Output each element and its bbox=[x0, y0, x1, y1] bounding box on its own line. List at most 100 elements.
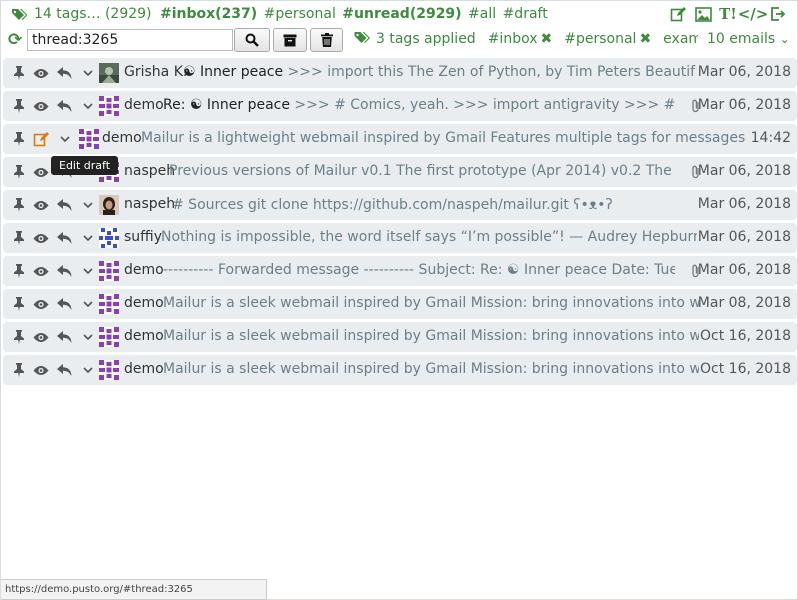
applied-tag-inbox[interactable]: #inbox ✖ bbox=[488, 31, 553, 47]
archive-button[interactable] bbox=[273, 28, 307, 52]
chevron-down-icon[interactable] bbox=[79, 295, 97, 313]
message-line[interactable]: Mailur is a sleek webmail inspired by Gm… bbox=[163, 295, 699, 311]
reply-icon[interactable] bbox=[55, 262, 73, 280]
message-row[interactable]: demo Mailur is a sleek webmail inspired b… bbox=[3, 322, 797, 352]
tag-link-personal[interactable]: #personal bbox=[264, 6, 336, 22]
pin-icon[interactable] bbox=[10, 262, 28, 280]
sender-name[interactable]: demo bbox=[124, 295, 164, 311]
eye-icon[interactable] bbox=[32, 196, 50, 214]
message-row[interactable]: demo Mailur is a lightweight webmail insp… bbox=[3, 124, 797, 154]
reply-icon[interactable] bbox=[55, 196, 73, 214]
message-line[interactable]: Re: ☯ Inner peace >>> # Comics, yeah. >>… bbox=[163, 97, 676, 113]
pin-icon[interactable] bbox=[10, 328, 28, 346]
tags-icon[interactable] bbox=[353, 31, 370, 45]
chevron-down-icon[interactable] bbox=[79, 328, 97, 346]
reply-icon[interactable] bbox=[55, 328, 73, 346]
tag-link-inbox[interactable]: #inbox(237) bbox=[160, 6, 257, 22]
eye-icon[interactable] bbox=[32, 328, 50, 346]
tags-icon[interactable] bbox=[11, 7, 27, 23]
message-line[interactable]: Nothing is impossible, the word itself s… bbox=[161, 229, 697, 245]
message-date[interactable]: Mar 06, 2018 bbox=[698, 97, 791, 113]
message-row[interactable]: demo Mailur is a sleek webmail inspired b… bbox=[3, 289, 797, 319]
message-date[interactable]: Mar 08, 2018 bbox=[698, 295, 791, 311]
search-input[interactable] bbox=[27, 29, 233, 51]
applied-count[interactable]: 3 tags applied bbox=[376, 31, 476, 47]
tag-link-unread[interactable]: #unread(2929) bbox=[342, 6, 461, 22]
sender-name[interactable]: naspeh bbox=[124, 163, 175, 179]
message-row[interactable]: demo Mailur is a sleek webmail inspired b… bbox=[3, 355, 797, 385]
message-date[interactable]: Mar 06, 2018 bbox=[698, 262, 791, 278]
chevron-down-icon[interactable] bbox=[79, 262, 97, 280]
message-date[interactable]: Mar 06, 2018 bbox=[698, 64, 791, 80]
message-line[interactable]: Mailur is a lightweight webmail inspired… bbox=[141, 130, 747, 146]
message-date[interactable]: 14:42 bbox=[751, 130, 791, 146]
tag-link-all[interactable]: #all bbox=[468, 6, 496, 22]
eye-icon[interactable] bbox=[32, 64, 50, 82]
chevron-down-icon[interactable] bbox=[56, 130, 74, 148]
pin-icon[interactable] bbox=[10, 97, 28, 115]
remove-tag-icon[interactable]: ✖ bbox=[639, 31, 651, 47]
reply-icon[interactable] bbox=[55, 64, 73, 82]
code-icon[interactable]: </> bbox=[738, 5, 769, 23]
message-date[interactable]: Mar 06, 2018 bbox=[698, 163, 791, 179]
message-row[interactable]: naspeh Previous versions of Mailur v0.1 T… bbox=[3, 157, 797, 187]
pin-icon[interactable] bbox=[10, 361, 28, 379]
pin-icon[interactable] bbox=[10, 295, 28, 313]
reply-icon[interactable] bbox=[55, 97, 73, 115]
eye-icon[interactable] bbox=[32, 262, 50, 280]
sender-name[interactable]: demo bbox=[124, 262, 164, 278]
pin-icon[interactable] bbox=[10, 229, 28, 247]
reply-icon[interactable] bbox=[55, 295, 73, 313]
message-date[interactable]: Oct 16, 2018 bbox=[700, 361, 791, 377]
reply-icon[interactable] bbox=[55, 361, 73, 379]
image-icon[interactable] bbox=[694, 5, 712, 23]
remove-tag-icon[interactable]: ✖ bbox=[541, 31, 553, 47]
compose-icon[interactable] bbox=[669, 5, 687, 23]
message-line[interactable]: Previous versions of Mailur v0.1 The fir… bbox=[169, 163, 675, 179]
chevron-down-icon[interactable] bbox=[79, 361, 97, 379]
pin-icon[interactable] bbox=[10, 196, 28, 214]
message-line[interactable]: Mailur is a sleek webmail inspired by Gm… bbox=[163, 361, 699, 377]
chevron-down-icon[interactable] bbox=[79, 64, 97, 82]
eye-icon[interactable] bbox=[32, 163, 50, 181]
tags-summary[interactable]: 14 tags… (2929) bbox=[34, 6, 152, 22]
message-line[interactable]: ---------- Forwarded message ---------- … bbox=[163, 262, 675, 278]
sender-name[interactable]: demo bbox=[124, 97, 164, 113]
message-date[interactable]: Mar 06, 2018 bbox=[698, 229, 791, 245]
tag-link-draft[interactable]: #draft bbox=[503, 6, 548, 22]
pin-icon[interactable] bbox=[10, 163, 28, 181]
message-row[interactable]: demo ---------- Forwarded message -------… bbox=[3, 256, 797, 286]
chevron-down-icon[interactable] bbox=[79, 97, 97, 115]
message-date[interactable]: Oct 16, 2018 bbox=[700, 328, 791, 344]
chevron-down-icon[interactable] bbox=[79, 196, 97, 214]
sender-name[interactable]: demo bbox=[102, 130, 142, 146]
applied-tag-personal[interactable]: #personal ✖ bbox=[564, 31, 651, 47]
message-row[interactable]: suffiy Nothing is impossible, the word it… bbox=[3, 223, 797, 253]
chevron-down-icon[interactable] bbox=[79, 229, 97, 247]
message-line[interactable]: # Sources git clone https://github.com/n… bbox=[172, 196, 697, 213]
text-format-icon[interactable]: T! bbox=[719, 5, 737, 23]
edit-draft-icon[interactable] bbox=[32, 130, 50, 148]
message-line[interactable]: ☯ Inner peace >>> import this The Zen of… bbox=[183, 64, 696, 80]
reply-icon[interactable] bbox=[55, 229, 73, 247]
message-date[interactable]: Mar 06, 2018 bbox=[698, 196, 791, 212]
emails-count-dropdown[interactable]: 10 emails ⌄ bbox=[707, 31, 790, 47]
eye-icon[interactable] bbox=[32, 229, 50, 247]
refresh-icon[interactable]: ⟳ bbox=[8, 31, 26, 49]
sender-name[interactable]: demo bbox=[124, 328, 164, 344]
applied-tag-example[interactable]: example bbox=[663, 31, 698, 47]
eye-icon[interactable] bbox=[32, 97, 50, 115]
pin-icon[interactable] bbox=[10, 64, 28, 82]
delete-button[interactable] bbox=[310, 28, 343, 52]
message-row[interactable]: demo Re: ☯ Inner peace >>> # Comics, yeah… bbox=[3, 91, 797, 121]
sender-name[interactable]: demo bbox=[124, 361, 164, 377]
message-line[interactable]: Mailur is a sleek webmail inspired by Gm… bbox=[163, 328, 699, 344]
sender-name[interactable]: suffiy bbox=[124, 229, 162, 245]
message-row[interactable]: naspeh # Sources git clone https://github… bbox=[3, 190, 797, 220]
message-row[interactable]: Grisha K. ☯ Inner peace >>> import this T… bbox=[3, 58, 797, 88]
pin-icon[interactable] bbox=[10, 130, 28, 148]
eye-icon[interactable] bbox=[32, 361, 50, 379]
logout-icon[interactable] bbox=[769, 5, 787, 23]
eye-icon[interactable] bbox=[32, 295, 50, 313]
sender-name[interactable]: Grisha K. bbox=[124, 64, 187, 80]
